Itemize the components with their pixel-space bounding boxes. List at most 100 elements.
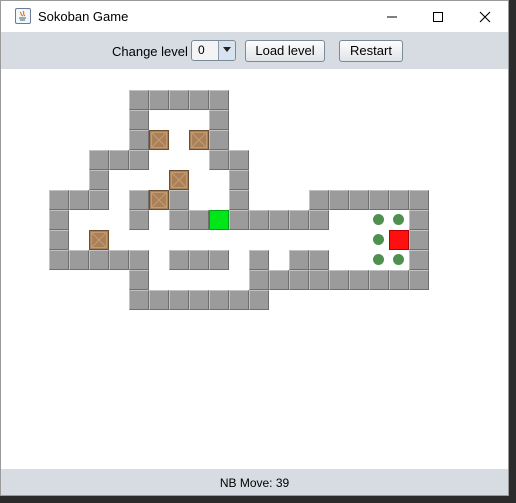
wall-tile — [349, 190, 369, 210]
chevron-down-icon — [223, 47, 231, 52]
crate — [189, 130, 209, 150]
crate — [149, 190, 169, 210]
wall-tile — [269, 270, 289, 290]
wall-tile — [409, 210, 429, 230]
wall-tile — [169, 290, 189, 310]
wall-tile — [209, 150, 229, 170]
java-app-icon — [15, 8, 31, 24]
wall-tile — [369, 270, 389, 290]
wall-tile — [89, 250, 109, 270]
wall-tile — [349, 270, 369, 290]
maximize-button[interactable] — [415, 1, 461, 32]
wall-tile — [149, 90, 169, 110]
wall-tile — [409, 270, 429, 290]
maximize-icon — [433, 12, 443, 22]
goal-dot — [373, 234, 384, 245]
wall-tile — [209, 290, 229, 310]
player — [209, 210, 229, 230]
title-bar[interactable]: Sokoban Game — [1, 1, 508, 32]
close-icon — [479, 11, 491, 23]
wall-tile — [209, 130, 229, 150]
crate — [169, 170, 189, 190]
wall-tile — [209, 250, 229, 270]
wall-tile — [129, 210, 149, 230]
wall-tile — [169, 210, 189, 230]
wall-tile — [129, 90, 149, 110]
wall-tile — [49, 190, 69, 210]
wall-tile — [389, 270, 409, 290]
wall-tile — [49, 250, 69, 270]
wall-tile — [409, 190, 429, 210]
close-button[interactable] — [462, 1, 508, 32]
wall-tile — [49, 230, 69, 250]
wall-tile — [309, 250, 329, 270]
wall-tile — [89, 170, 109, 190]
wall-tile — [369, 190, 389, 210]
goal-dot — [393, 254, 404, 265]
wall-tile — [229, 210, 249, 230]
goal-dot — [373, 254, 384, 265]
level-select-arrow[interactable] — [218, 41, 235, 60]
wall-tile — [129, 270, 149, 290]
move-counter: NB Move: 39 — [219, 476, 290, 490]
wall-tile — [329, 190, 349, 210]
wall-tile — [249, 210, 269, 230]
wall-tile — [309, 270, 329, 290]
wall-tile — [229, 170, 249, 190]
wall-tile — [89, 190, 109, 210]
minimize-icon — [387, 16, 397, 18]
wall-tile — [69, 250, 89, 270]
goal-dot — [393, 214, 404, 225]
wall-tile — [289, 210, 309, 230]
wall-tile — [189, 290, 209, 310]
change-level-label: Change level — [112, 44, 188, 59]
wall-tile — [189, 90, 209, 110]
wall-tile — [129, 130, 149, 150]
wall-tile — [69, 190, 89, 210]
wall-tile — [249, 290, 269, 310]
wall-tile — [409, 230, 429, 250]
wall-tile — [169, 190, 189, 210]
wall-tile — [109, 250, 129, 270]
wall-tile — [149, 290, 169, 310]
wall-tile — [409, 250, 429, 270]
level-select[interactable]: 0 — [191, 40, 236, 61]
wall-tile — [289, 270, 309, 290]
wall-tile — [389, 190, 409, 210]
wall-tile — [269, 210, 289, 230]
wall-tile — [289, 250, 309, 270]
wall-tile — [129, 250, 149, 270]
wall-tile — [129, 290, 149, 310]
wall-tile — [169, 90, 189, 110]
wall-tile — [209, 90, 229, 110]
game-board[interactable] — [9, 69, 508, 469]
wall-tile — [189, 210, 209, 230]
wall-tile — [189, 250, 209, 270]
wall-tile — [129, 150, 149, 170]
crate — [149, 130, 169, 150]
wall-tile — [209, 110, 229, 130]
wall-tile — [309, 190, 329, 210]
wall-tile — [129, 190, 149, 210]
restart-button[interactable]: Restart — [339, 40, 403, 62]
wall-tile — [229, 150, 249, 170]
load-level-button[interactable]: Load level — [245, 40, 325, 62]
wall-tile — [309, 210, 329, 230]
wall-tile — [329, 270, 349, 290]
wall-tile — [249, 250, 269, 270]
wall-tile — [229, 190, 249, 210]
wall-tile — [49, 210, 69, 230]
wall-tile — [169, 250, 189, 270]
goal-dot — [373, 214, 384, 225]
toolbar: Change level 0 Load level Restart — [1, 32, 508, 69]
wall-tile — [249, 270, 269, 290]
wall-tile — [89, 150, 109, 170]
wall-tile — [229, 290, 249, 310]
minimize-button[interactable] — [369, 1, 415, 32]
window-title: Sokoban Game — [38, 9, 129, 24]
wall-tile — [109, 150, 129, 170]
sokoban-window: Sokoban Game Change level 0 Load level R… — [0, 0, 509, 496]
level-select-value: 0 — [198, 43, 205, 57]
crate — [89, 230, 109, 250]
red-tile — [389, 230, 409, 250]
